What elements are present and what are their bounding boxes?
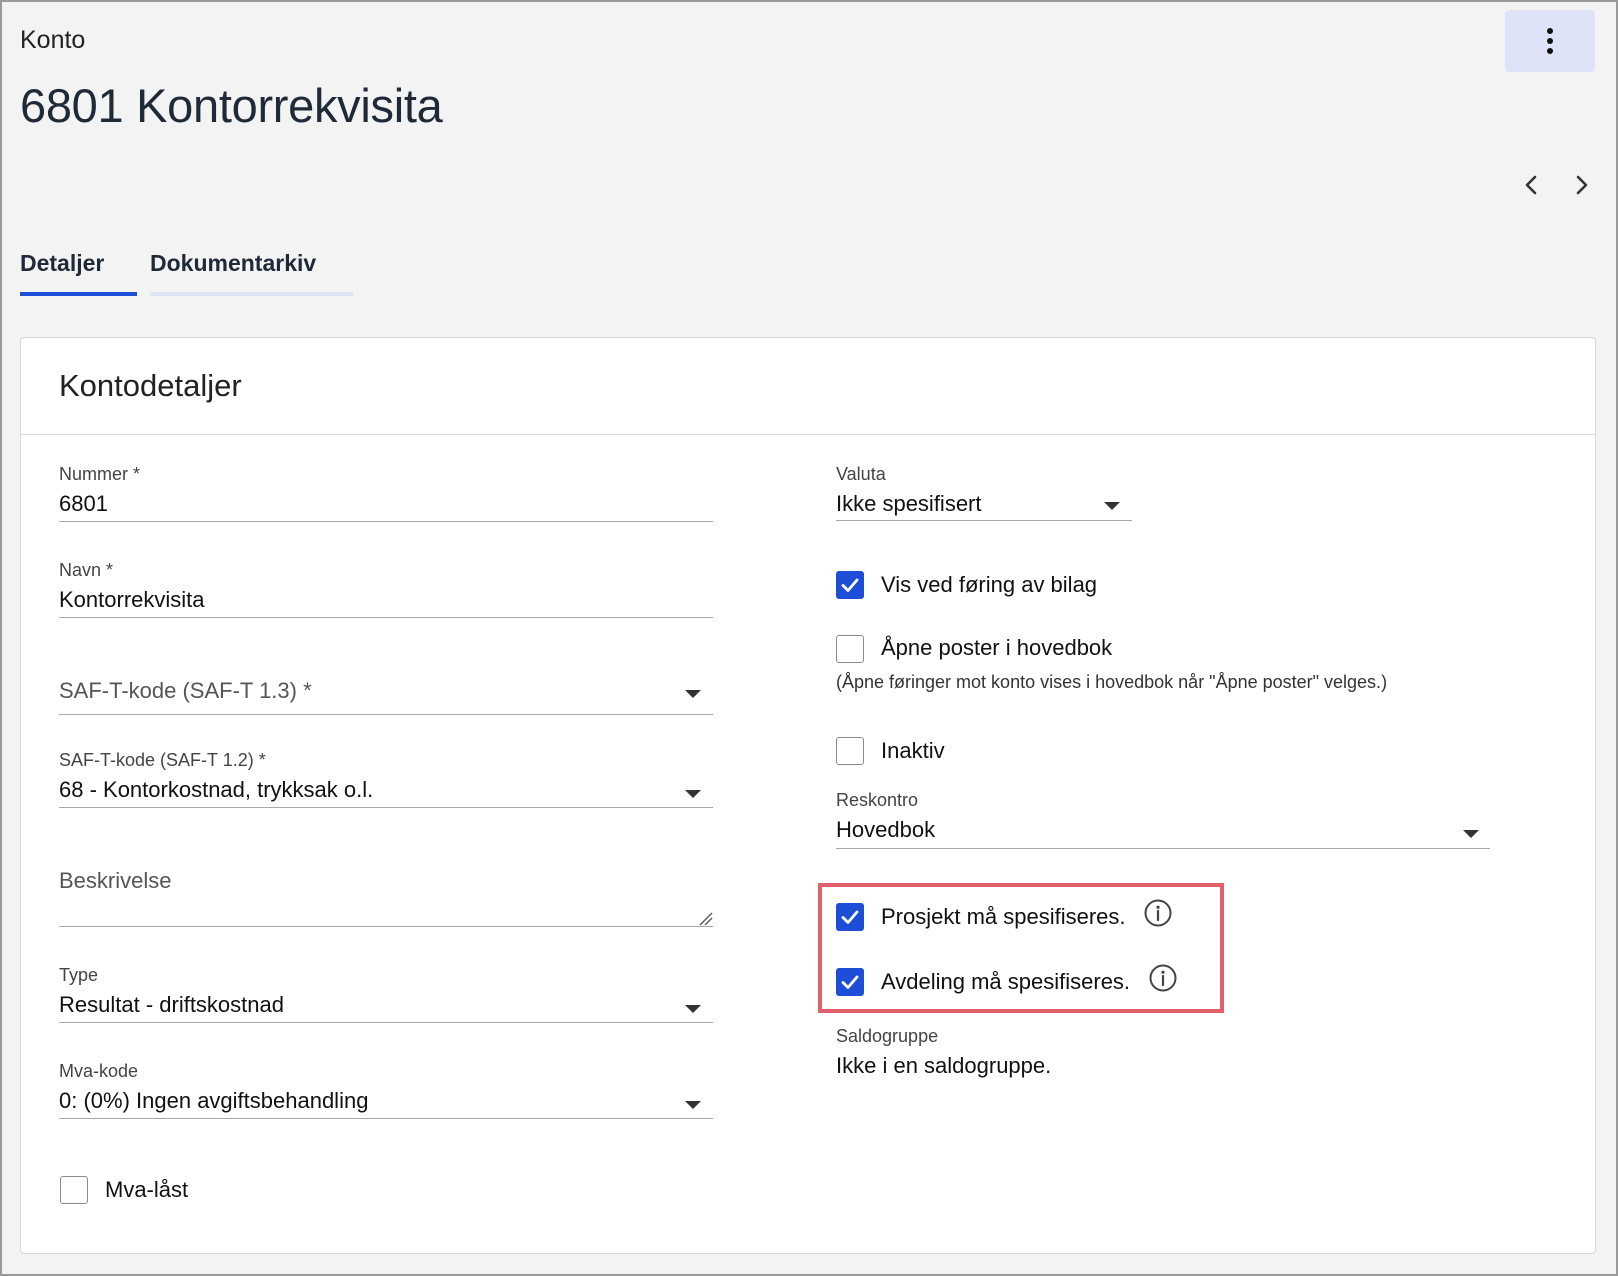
beskrivelse-placeholder: Beskrivelse (59, 868, 172, 893)
tab-dokumentarkiv[interactable]: Dokumentarkiv (150, 250, 316, 277)
apne-poster-hint: (Åpne føringer mot konto vises i hovedbo… (836, 672, 1388, 692)
account-details-card: Kontodetaljer Nummer * 6801 Navn * Konto… (20, 337, 1596, 1254)
saldogruppe-value: Ikke i en saldogruppe. (836, 1053, 1052, 1078)
saft13-placeholder: SAF-T-kode (SAF-T 1.3) * (59, 678, 312, 703)
vis-ved-foring-checkbox[interactable] (836, 571, 864, 599)
reskontro-select[interactable]: Reskontro Hovedbok (836, 790, 1490, 849)
mva-last-checkbox[interactable] (60, 1176, 88, 1204)
vis-ved-foring-label[interactable]: Vis ved føring av bilag (881, 572, 1097, 598)
field-underline (59, 617, 713, 618)
avdeling-label[interactable]: Avdeling må spesifiseres. (881, 969, 1130, 995)
mva-last-label[interactable]: Mva-låst (105, 1177, 188, 1203)
valuta-select[interactable]: Valuta Ikke spesifisert (836, 464, 1132, 521)
mva-kode-label: Mva-kode (59, 1061, 139, 1081)
saft13-select[interactable]: SAF-T-kode (SAF-T 1.3) * (59, 678, 713, 715)
check-icon (841, 578, 859, 592)
breadcrumb[interactable]: Konto (20, 26, 85, 55)
dropdown-arrow-icon (685, 790, 701, 798)
divider (21, 434, 1595, 435)
dropdown-arrow-icon (685, 1005, 701, 1013)
valuta-value[interactable]: Ikke spesifisert (836, 491, 1132, 517)
more-vertical-icon-dot (1547, 38, 1553, 44)
type-label: Type (59, 965, 99, 985)
avdeling-checkbox[interactable] (836, 968, 864, 996)
tab-dokumentarkiv-indicator (150, 292, 353, 296)
check-icon (841, 910, 859, 924)
prosjekt-checkbox[interactable] (836, 903, 864, 931)
info-icon[interactable] (1143, 898, 1173, 928)
dropdown-arrow-icon (685, 1101, 701, 1109)
next-record-button[interactable] (1566, 170, 1596, 200)
reskontro-label: Reskontro (836, 790, 919, 810)
field-underline (59, 521, 713, 522)
field-underline (59, 807, 713, 808)
navn-label: Navn * (59, 560, 114, 580)
window-frame: Konto 6801 Kontorrekvisita Detaljer Doku… (0, 0, 1618, 1276)
info-icon[interactable] (1148, 963, 1178, 993)
nummer-value[interactable]: 6801 (59, 491, 713, 517)
apne-poster-checkbox[interactable] (836, 635, 864, 663)
field-underline (836, 848, 1490, 849)
chevron-left-icon (1525, 175, 1537, 195)
dropdown-arrow-icon (1104, 502, 1120, 510)
apne-poster-label[interactable]: Åpne poster i hovedbok (881, 635, 1112, 661)
navn-field[interactable]: Navn * Kontorrekvisita (59, 560, 713, 618)
field-underline (59, 1022, 713, 1023)
prosjekt-label[interactable]: Prosjekt må spesifiseres. (881, 904, 1126, 930)
chevron-right-icon (1576, 175, 1588, 195)
resize-handle-icon[interactable] (699, 912, 713, 926)
saldogruppe-label: Saldogruppe (836, 1026, 939, 1046)
more-vertical-icon (1547, 28, 1553, 34)
saft12-value[interactable]: 68 - Kontorkostnad, trykksak o.l. (59, 777, 713, 803)
previous-record-button[interactable] (1517, 170, 1547, 200)
check-icon (841, 975, 859, 989)
more-vertical-icon-dot (1547, 48, 1553, 54)
inaktiv-checkbox[interactable] (836, 737, 864, 765)
saft12-select[interactable]: SAF-T-kode (SAF-T 1.2) * 68 - Kontorkost… (59, 750, 713, 808)
reskontro-value[interactable]: Hovedbok (836, 817, 1490, 843)
nummer-label: Nummer * (59, 464, 141, 484)
page-title: 6801 Kontorrekvisita (20, 79, 443, 132)
tab-detaljer[interactable]: Detaljer (20, 250, 104, 277)
beskrivelse-textarea[interactable]: Beskrivelse (59, 868, 713, 927)
field-underline (59, 1118, 713, 1119)
field-underline (59, 926, 713, 927)
saft12-label: SAF-T-kode (SAF-T 1.2) * (59, 750, 266, 770)
type-select[interactable]: Type Resultat - driftskostnad (59, 965, 713, 1023)
card-title: Kontodetaljer (59, 368, 242, 403)
field-underline (836, 520, 1132, 521)
more-options-button[interactable] (1505, 10, 1595, 72)
tab-detaljer-active-indicator (20, 292, 137, 296)
valuta-label: Valuta (836, 464, 886, 484)
nummer-field[interactable]: Nummer * 6801 (59, 464, 713, 522)
dropdown-arrow-icon (1463, 830, 1479, 838)
mva-kode-select[interactable]: Mva-kode 0: (0%) Ingen avgiftsbehandling (59, 1061, 713, 1119)
field-underline (59, 714, 713, 715)
dropdown-arrow-icon (685, 690, 701, 698)
inaktiv-label[interactable]: Inaktiv (881, 738, 945, 764)
navn-value[interactable]: Kontorrekvisita (59, 587, 713, 613)
type-value[interactable]: Resultat - driftskostnad (59, 992, 713, 1018)
mva-kode-value[interactable]: 0: (0%) Ingen avgiftsbehandling (59, 1088, 713, 1114)
saldogruppe-field: Saldogruppe Ikke i en saldogruppe. (836, 1026, 1236, 1084)
